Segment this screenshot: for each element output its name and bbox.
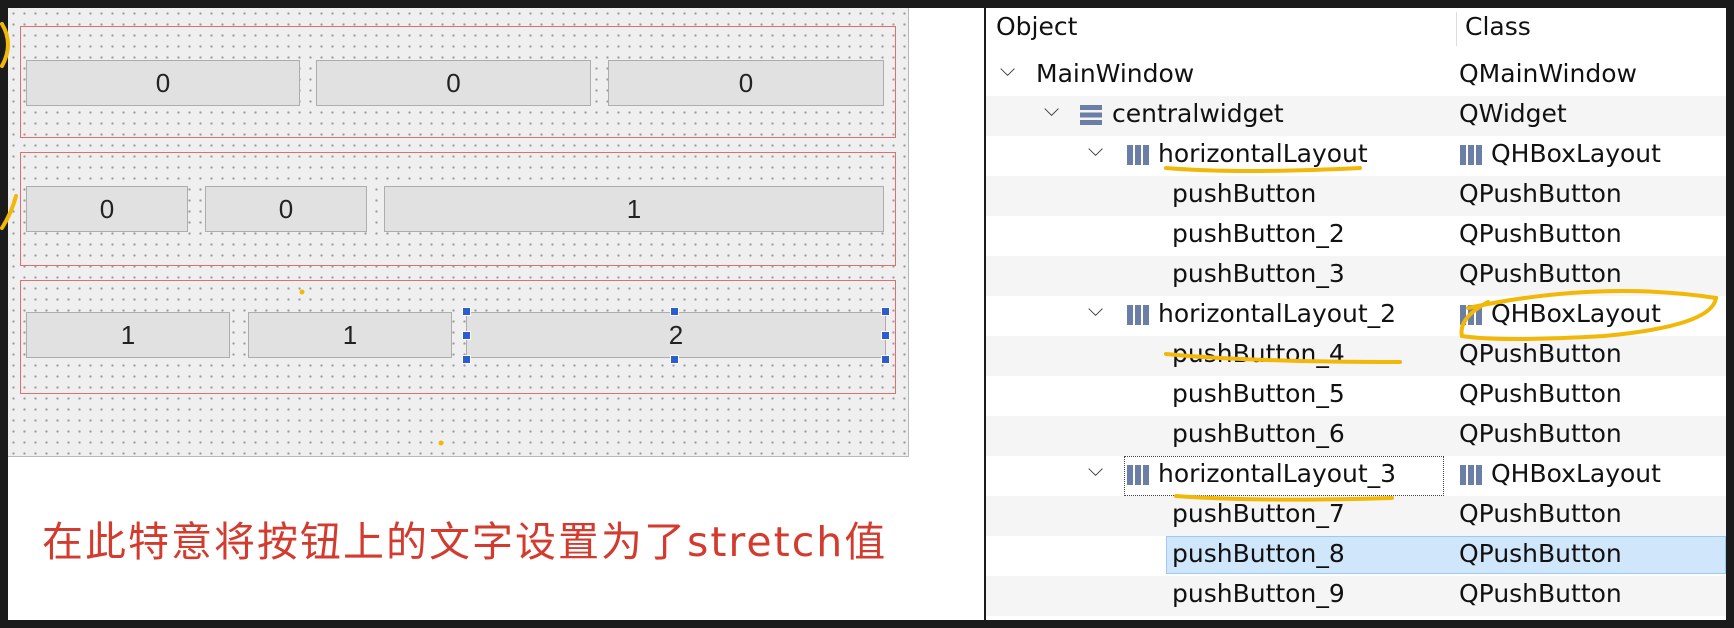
class-name: QMainWindow xyxy=(1459,59,1637,88)
tree-row-horizontal-layout-3[interactable]: ⌵ horizontalLayout_3 QHBoxLayout xyxy=(986,456,1726,496)
tree-row-push-button-2[interactable]: pushButton_2 QPushButton xyxy=(986,216,1726,256)
chevron-down-icon[interactable]: ⌵ xyxy=(1000,57,1015,81)
inspector-header: Object Class xyxy=(986,8,1726,48)
hbox-layout-icon xyxy=(1127,465,1149,485)
class-name: QPushButton xyxy=(1459,499,1622,528)
resize-handle[interactable] xyxy=(881,307,890,316)
push-button-1[interactable]: 0 xyxy=(26,60,300,106)
object-name: pushButton_7 xyxy=(1172,499,1345,528)
resize-handle[interactable] xyxy=(670,307,679,316)
object-name-with-icon: horizontalLayout_3 xyxy=(1126,459,1396,488)
tree-row-push-button-3[interactable]: pushButton_3 QPushButton xyxy=(986,256,1726,296)
object-name: horizontalLayout_2 xyxy=(1158,299,1397,328)
resize-handle[interactable] xyxy=(881,331,890,340)
object-name: pushButton_4 xyxy=(1172,339,1345,368)
tree-row-push-button-6[interactable]: pushButton_6 QPushButton xyxy=(986,416,1726,456)
object-name: centralwidget xyxy=(1112,99,1284,128)
hbox-layout-icon xyxy=(1460,465,1482,485)
tree-row-push-button-8-selected[interactable]: pushButton_8 QPushButton xyxy=(986,536,1726,576)
class-name: QHBoxLayout xyxy=(1491,299,1661,328)
object-name: pushButton xyxy=(1172,179,1317,208)
resize-handle[interactable] xyxy=(881,355,890,364)
form-canvas[interactable]: 0 0 0 0 0 1 1 1 2 xyxy=(8,8,909,457)
hbox-layout-icon xyxy=(1127,305,1149,325)
class-name: QPushButton xyxy=(1459,179,1622,208)
tree-row-centralwidget[interactable]: ⌵ centralwidget QWidget xyxy=(986,96,1726,136)
class-name: QPushButton xyxy=(1459,579,1622,608)
chevron-down-icon[interactable]: ⌵ xyxy=(1088,457,1103,481)
push-button-9[interactable]: 2 xyxy=(466,312,886,358)
object-name: horizontalLayout xyxy=(1158,139,1368,168)
push-button-4[interactable]: 0 xyxy=(26,186,188,232)
resize-handle[interactable] xyxy=(462,355,471,364)
header-class[interactable]: Class xyxy=(1465,12,1531,41)
push-button-2[interactable]: 0 xyxy=(316,60,591,106)
widget-icon xyxy=(1080,105,1102,125)
chevron-down-icon[interactable]: ⌵ xyxy=(1044,97,1059,121)
header-separator xyxy=(1456,12,1457,46)
object-name-with-icon: horizontalLayout_2 xyxy=(1126,299,1396,328)
object-name: pushButton_6 xyxy=(1172,419,1345,448)
hbox-layout-icon xyxy=(1460,305,1482,325)
hbox-layout-icon xyxy=(1460,145,1482,165)
class-name: QHBoxLayout xyxy=(1491,139,1661,168)
object-name: pushButton_9 xyxy=(1172,579,1345,608)
object-inspector: Object Class ⌵ MainWindow QMainWindow ⌵ … xyxy=(986,8,1726,620)
header-object[interactable]: Object xyxy=(996,12,1077,41)
class-name: QPushButton xyxy=(1459,219,1622,248)
object-name-with-icon: horizontalLayout xyxy=(1126,139,1368,168)
object-name: pushButton_8 xyxy=(1172,539,1345,568)
class-name: QPushButton xyxy=(1459,539,1622,568)
object-name: MainWindow xyxy=(1036,59,1195,88)
push-button-6[interactable]: 1 xyxy=(384,186,884,232)
class-name-with-icon: QHBoxLayout xyxy=(1459,459,1661,488)
class-name: QPushButton xyxy=(1459,339,1622,368)
tree-row-mainwindow[interactable]: ⌵ MainWindow QMainWindow xyxy=(986,56,1726,96)
designer-pane: 0 0 0 0 0 1 1 1 2 在此特意将按钮上的文字设置为了stretch… xyxy=(8,8,984,620)
class-name-with-icon: QHBoxLayout xyxy=(1459,299,1661,328)
caption-text: 在此特意将按钮上的文字设置为了stretch值 xyxy=(42,518,888,566)
push-button-5[interactable]: 0 xyxy=(205,186,367,232)
tree-row-horizontal-layout[interactable]: ⌵ horizontalLayout QHBoxLayout xyxy=(986,136,1726,176)
class-name: QWidget xyxy=(1459,99,1567,128)
tree-row-horizontal-layout-2[interactable]: ⌵ horizontalLayout_2 QHBoxLayout xyxy=(986,296,1726,336)
object-name: pushButton_3 xyxy=(1172,259,1345,288)
class-name-with-icon: QHBoxLayout xyxy=(1459,139,1661,168)
push-button-3[interactable]: 0 xyxy=(608,60,884,106)
resize-handle[interactable] xyxy=(462,307,471,316)
push-button-8[interactable]: 1 xyxy=(248,312,452,358)
object-name-with-icon: centralwidget xyxy=(1078,99,1284,128)
tree-row-push-button-9[interactable]: pushButton_9 QPushButton xyxy=(986,576,1726,616)
object-name: horizontalLayout_3 xyxy=(1158,459,1397,488)
class-name: QHBoxLayout xyxy=(1491,459,1661,488)
push-button-7[interactable]: 1 xyxy=(26,312,230,358)
tree-row-push-button[interactable]: pushButton QPushButton xyxy=(986,176,1726,216)
class-name: QPushButton xyxy=(1459,419,1622,448)
tree-row-push-button-7[interactable]: pushButton_7 QPushButton xyxy=(986,496,1726,536)
object-name: pushButton_2 xyxy=(1172,219,1345,248)
chevron-down-icon[interactable]: ⌵ xyxy=(1088,137,1103,161)
class-name: QPushButton xyxy=(1459,259,1622,288)
tree-row-push-button-4[interactable]: pushButton_4 QPushButton xyxy=(986,336,1726,376)
hbox-layout-icon xyxy=(1127,145,1149,165)
class-name: QPushButton xyxy=(1459,379,1622,408)
object-name: pushButton_5 xyxy=(1172,379,1345,408)
resize-handle[interactable] xyxy=(462,331,471,340)
tree-row-push-button-5[interactable]: pushButton_5 QPushButton xyxy=(986,376,1726,416)
chevron-down-icon[interactable]: ⌵ xyxy=(1088,297,1103,321)
resize-handle[interactable] xyxy=(670,355,679,364)
